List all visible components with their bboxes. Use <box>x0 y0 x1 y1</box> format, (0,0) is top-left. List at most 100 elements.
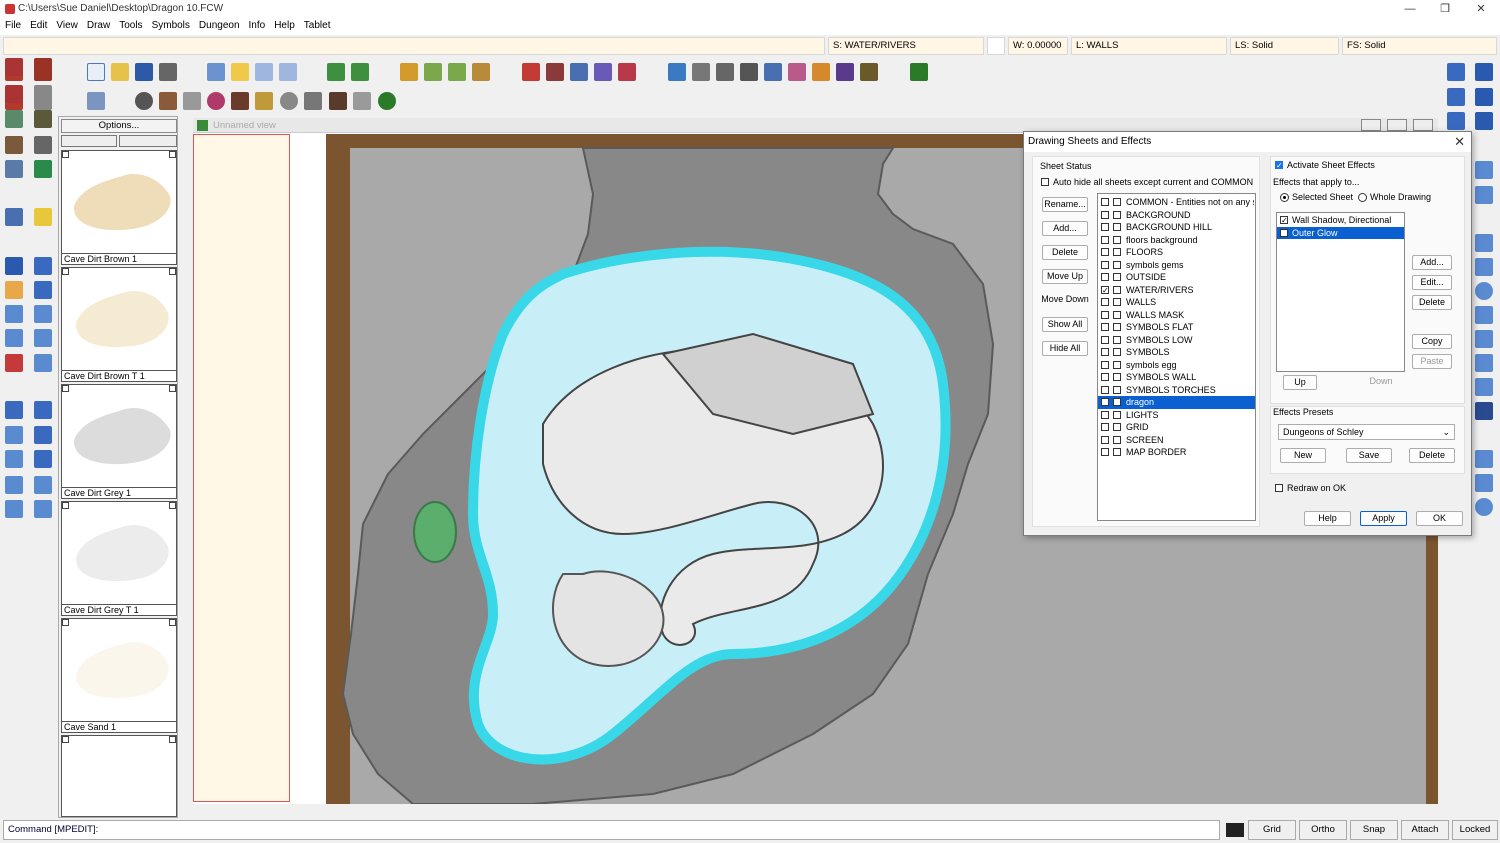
sheet-row[interactable]: MAP BORDER <box>1098 446 1255 459</box>
sheet-effects-checkbox[interactable] <box>1113 398 1121 406</box>
sheet-tool-icon[interactable] <box>34 58 52 76</box>
screen-icon[interactable] <box>87 92 105 110</box>
cave-tool-8-icon[interactable] <box>836 63 854 81</box>
catalog-prev-icon[interactable] <box>424 63 442 81</box>
sheet-effects-checkbox[interactable] <box>1113 423 1121 431</box>
layer-tool-icon[interactable] <box>5 58 23 76</box>
sheet-row[interactable]: floors background <box>1098 234 1255 247</box>
ok-button[interactable]: OK <box>1416 511 1463 526</box>
table-symbol-icon[interactable] <box>231 92 249 110</box>
presets-dropdown[interactable]: Dungeons of Schley ⌄ <box>1278 424 1455 440</box>
properties-icon[interactable] <box>279 63 297 81</box>
save-icon[interactable] <box>135 63 153 81</box>
dungeon-tool-1-icon[interactable] <box>522 63 540 81</box>
mirror-tool-icon[interactable] <box>34 329 52 347</box>
export-icon[interactable] <box>351 63 369 81</box>
map-tool-icon[interactable] <box>5 110 23 128</box>
sheet-effects-checkbox[interactable] <box>1113 223 1121 231</box>
cave-tool-3-icon[interactable] <box>716 63 734 81</box>
cave-tool-1-icon[interactable] <box>668 63 686 81</box>
texture-tool-icon[interactable] <box>5 136 23 154</box>
pentagram-symbol-icon[interactable] <box>207 92 225 110</box>
sheet-effects-checkbox[interactable] <box>1113 360 1121 369</box>
sheet-visible-checkbox[interactable] <box>1101 410 1109 419</box>
menu-tablet[interactable]: Tablet <box>299 18 335 31</box>
add-sheet-button[interactable]: Add... <box>1042 221 1088 236</box>
zoom-out-icon[interactable] <box>1475 88 1493 106</box>
effect-row-selected[interactable]: Outer Glow <box>1277 226 1404 239</box>
cave-tool-6-icon[interactable] <box>788 63 806 81</box>
copy-effect-button[interactable]: Copy <box>1412 334 1452 349</box>
break-tool-icon[interactable] <box>5 450 23 468</box>
rock-symbol-icon[interactable] <box>135 92 153 110</box>
zoom-previous-icon[interactable] <box>1475 112 1493 130</box>
sheet-effects-checkbox[interactable] <box>1113 235 1121 244</box>
cave-tool-2-icon[interactable] <box>692 63 710 81</box>
grid-button[interactable]: Grid <box>1248 820 1296 840</box>
grid-tool-icon[interactable] <box>34 85 52 103</box>
sheet-visible-checkbox[interactable] <box>1101 235 1109 244</box>
sheet-effects-checkbox[interactable] <box>1113 248 1121 256</box>
sheet-visible-checkbox[interactable] <box>1101 385 1109 394</box>
layer-status[interactable]: L: WALLS <box>1071 37 1227 55</box>
text-tool-icon[interactable] <box>34 281 52 299</box>
sheet-visible-checkbox[interactable] <box>1101 198 1109 206</box>
redraw-icon[interactable] <box>1447 112 1465 130</box>
palette-tile[interactable]: Cave Dirt Grey T 1 <box>61 501 177 616</box>
note-icon[interactable] <box>231 63 249 81</box>
cross-icon[interactable] <box>1475 474 1493 492</box>
sheet-visible-checkbox[interactable] <box>1101 348 1109 356</box>
sheet-row[interactable]: COMMON - Entities not on any sheet <box>1098 196 1255 209</box>
palette-filter-button[interactable] <box>61 135 117 147</box>
rotate-tool-icon[interactable] <box>5 329 23 347</box>
help-button[interactable]: Help <box>1304 511 1351 526</box>
effects-list[interactable]: ✓ Wall Shadow, Directional Outer Glow <box>1276 212 1405 372</box>
new-preset-button[interactable]: New <box>1280 448 1326 463</box>
sheet-effects-checkbox[interactable] <box>1113 348 1121 356</box>
sheet-visible-checkbox[interactable] <box>1101 248 1109 256</box>
options-button[interactable]: Options... <box>61 119 177 133</box>
add-effect-button[interactable]: Add... <box>1412 255 1452 270</box>
snap-button[interactable]: Snap <box>1350 820 1398 840</box>
circle-icon[interactable] <box>1475 282 1493 300</box>
sheet-visible-checkbox[interactable] <box>1101 360 1109 369</box>
zoom-window-icon[interactable] <box>1447 63 1465 81</box>
sheet-effects-checkbox[interactable] <box>1113 385 1121 394</box>
command-line[interactable]: Command [MPEDIT]: <box>3 820 1220 840</box>
picture-tool-icon[interactable] <box>5 160 23 178</box>
redraw-on-ok-checkbox[interactable] <box>1275 484 1283 492</box>
width-status[interactable]: W: 0.00000 <box>1008 37 1068 55</box>
dialog-close-button[interactable]: ✕ <box>1454 134 1465 150</box>
copy-view-icon[interactable] <box>1475 186 1493 204</box>
explode-tool-icon[interactable] <box>5 354 23 372</box>
delete-sheet-button[interactable]: Delete <box>1042 245 1088 260</box>
pen-tool-icon[interactable] <box>34 257 52 275</box>
swap-tool-icon[interactable] <box>34 160 52 178</box>
eraser-icon[interactable] <box>5 281 23 299</box>
zoom-extents-icon[interactable] <box>1447 88 1465 106</box>
tree-symbol-icon[interactable] <box>378 92 396 110</box>
sheet-row[interactable]: LIGHTS <box>1098 409 1255 422</box>
sheet-row[interactable]: SYMBOLS FLAT <box>1098 321 1255 334</box>
well-symbol-icon[interactable] <box>280 92 298 110</box>
sheet-effects-checkbox[interactable] <box>1113 335 1121 344</box>
menu-dungeon[interactable]: Dungeon <box>194 18 244 31</box>
save-preset-button[interactable]: Save <box>1346 448 1392 463</box>
sheet-row[interactable]: BACKGROUND <box>1098 209 1255 222</box>
box-tool-icon[interactable] <box>34 476 52 494</box>
move-tool-icon[interactable] <box>5 305 23 323</box>
sheet-visible-checkbox[interactable] <box>1101 423 1109 431</box>
locked-button[interactable]: Locked <box>1452 820 1498 840</box>
ortho-button[interactable]: Ortho <box>1299 820 1347 840</box>
fill-style-status[interactable]: FS: Solid <box>1342 37 1497 55</box>
sheet-row[interactable]: SYMBOLS WALL <box>1098 371 1255 384</box>
effect-up-button[interactable]: Up <box>1283 375 1317 390</box>
command-arrow-icon[interactable] <box>1226 823 1244 837</box>
sheet-effects-checkbox[interactable] <box>1113 298 1121 306</box>
cave-tool-4-icon[interactable] <box>740 63 758 81</box>
point-icon[interactable] <box>1475 498 1493 516</box>
selected-sheet-radio[interactable] <box>1280 193 1289 202</box>
xy-tool-icon[interactable] <box>34 426 52 444</box>
stairs-symbol-icon[interactable] <box>304 92 322 110</box>
menu-view[interactable]: View <box>51 18 82 31</box>
